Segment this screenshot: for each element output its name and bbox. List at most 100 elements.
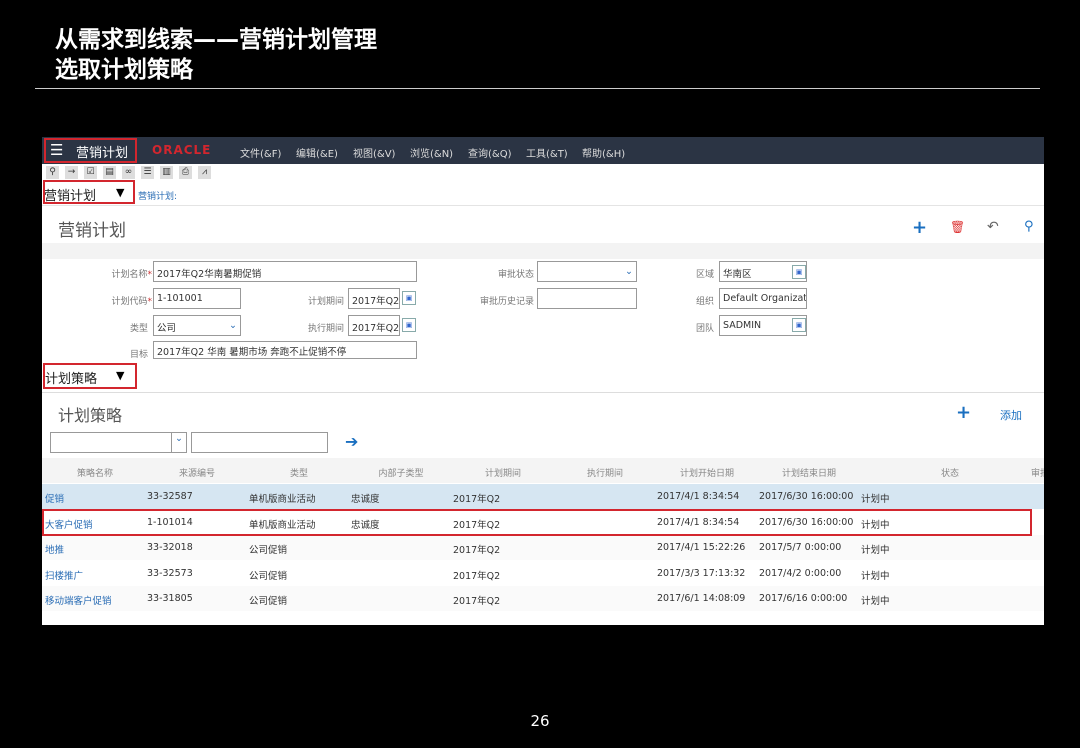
column-header[interactable]: 审批	[992, 466, 1044, 479]
column-header[interactable]: 策略名称	[47, 466, 143, 479]
menu-file[interactable]: 文件(&F)	[240, 145, 281, 160]
chevron-down-icon[interactable]: ⌄	[171, 433, 186, 452]
delete-icon[interactable]: 🗑	[950, 220, 965, 234]
approval-history-input[interactable]	[537, 288, 637, 309]
search-icon[interactable]: ⚲	[46, 166, 59, 179]
column-header[interactable]: 内部子类型	[353, 466, 449, 479]
menu-navigate[interactable]: 浏览(&N)	[410, 145, 453, 160]
query-input[interactable]	[191, 432, 328, 453]
menu-tools[interactable]: 工具(&T)	[526, 145, 568, 160]
go-icon[interactable]: →	[65, 166, 78, 179]
cell-end: 2017/6/16 0:00:00	[759, 593, 848, 604]
menu-edit[interactable]: 编辑(&E)	[296, 145, 338, 160]
exec-period-input[interactable]: 2017年Q2	[348, 315, 400, 336]
column-header[interactable]: 状态	[902, 466, 998, 479]
table-row[interactable]: 促销 33-32587 单机版商业活动 忠诚度 2017年Q2 2017/4/1 8:34…	[42, 484, 1044, 509]
page-number: 26	[530, 712, 550, 730]
column-header[interactable]: 计划期间	[455, 466, 551, 479]
cell-source: 33-32018	[147, 542, 193, 553]
menu-query[interactable]: 查询(&Q)	[468, 145, 511, 160]
plan-period-input[interactable]: 2017年Q2	[348, 288, 400, 309]
slide-subtitle: 选取计划策略	[55, 57, 193, 83]
cell-period: 2017年Q2	[453, 570, 501, 582]
column-header[interactable]: 类型	[251, 466, 347, 479]
cell-period: 2017年Q2	[453, 596, 501, 607]
approval-status-select[interactable]: ⌄	[537, 261, 637, 282]
add-button[interactable]: 添加	[1000, 407, 1022, 423]
type-label: 类型	[129, 324, 148, 334]
breadcrumb[interactable]: 营销计划:	[138, 189, 177, 202]
plan-code-label: 计划代码*	[111, 297, 152, 307]
divider	[35, 88, 1040, 89]
cell-status: 计划中	[861, 596, 890, 607]
cell-period: 2017年Q2	[453, 494, 501, 505]
link-icon[interactable]: ∞	[122, 166, 135, 179]
region-label: 区域	[695, 270, 714, 280]
column-header[interactable]: 执行期间	[557, 466, 653, 479]
chevron-down-icon[interactable]: ⌄	[625, 266, 633, 277]
goal-label: 目标	[129, 350, 148, 360]
section-title: 计划策略	[58, 406, 123, 425]
cell-start: 2017/4/1 15:22:26	[657, 542, 746, 553]
undo-icon[interactable]: ↶	[987, 219, 999, 235]
oracle-logo: ORACLE	[152, 143, 212, 157]
app-screenshot: ☰ 营销计划 ORACLE 文件(&F) 编辑(&E) 视图(&V) 浏览(&N…	[42, 137, 1044, 625]
search-icon[interactable]: ⚲	[1024, 219, 1034, 234]
cell-name[interactable]: 扫楼推广	[45, 568, 83, 582]
clipboard-check-icon[interactable]: ☑	[84, 166, 97, 179]
cell-name[interactable]: 地推	[45, 542, 64, 556]
picker-icon[interactable]: ▣	[402, 291, 416, 305]
menu-view[interactable]: 视图(&V)	[353, 145, 395, 160]
approval-status-label: 审批状态	[497, 270, 534, 280]
menu-help[interactable]: 帮助(&H)	[582, 145, 625, 160]
print-icon[interactable]: ⎙	[179, 166, 192, 179]
cell-start: 2017/3/3 17:13:32	[657, 567, 746, 579]
picker-icon[interactable]: ▣	[792, 265, 806, 279]
column-header[interactable]: 计划结束日期	[761, 466, 857, 479]
org-input[interactable]: Default Organization	[719, 288, 807, 309]
type-select[interactable]: 公司 ⌄	[153, 315, 241, 336]
cell-status: 计划中	[861, 545, 890, 556]
table-row[interactable]: 扫楼推广 33-32573 公司促销 2017年Q2 2017/3/3 17:13:32…	[42, 560, 1044, 586]
cell-name[interactable]: 促销	[45, 491, 64, 505]
cell-source: 33-31805	[147, 593, 193, 604]
column-header[interactable]: 计划开始日期	[659, 466, 755, 479]
cell-source: 33-32573	[147, 567, 193, 579]
cell-type: 公司促销	[249, 570, 288, 582]
cell-type: 单机版商业活动	[249, 494, 316, 505]
top-nav: ☰ 营销计划 ORACLE 文件(&F) 编辑(&E) 视图(&V) 浏览(&N…	[42, 137, 1044, 164]
table-row[interactable]: 地推 33-32018 公司促销 2017年Q2 2017/4/1 15:22:26 20…	[42, 535, 1044, 560]
page-title: 营销计划	[58, 221, 126, 241]
notes-icon[interactable]: ▥	[160, 166, 173, 179]
plan-name-input[interactable]: 2017年Q2华南暑期促销	[153, 261, 417, 282]
picker-icon[interactable]: ▣	[792, 318, 806, 332]
table-header: 策略名称 来源编号 类型 内部子类型 计划期间 执行期间 计划开始日期 计划结束…	[42, 458, 1044, 483]
go-arrow-icon[interactable]: ➔	[345, 432, 358, 451]
picker-icon[interactable]: ▣	[402, 318, 416, 332]
chevron-down-icon[interactable]: ⌄	[229, 320, 237, 331]
exec-period-label: 执行期间	[307, 324, 344, 334]
query-field-select[interactable]: ⌄	[50, 432, 187, 453]
goal-textarea[interactable]: 2017年Q2 华南 暑期市场 奔跑不止促销不停	[153, 341, 417, 359]
list-icon[interactable]: ☰	[141, 166, 154, 179]
chart-icon[interactable]: ⩘	[198, 166, 211, 179]
org-label: 组织	[695, 297, 714, 307]
table-row[interactable]: 移动端客户促销 33-31805 公司促销 2017年Q2 2017/6/1 14:08…	[42, 586, 1044, 611]
slide-title: 从需求到线索——营销计划管理	[55, 27, 377, 53]
add-icon[interactable]: +	[912, 217, 927, 238]
highlight-box	[43, 363, 137, 389]
cell-status: 计划中	[861, 494, 890, 505]
cell-end: 2017/6/30 16:00:00	[759, 491, 854, 502]
paste-icon[interactable]: ▤	[103, 166, 116, 179]
plan-code-input[interactable]: 1-101001	[153, 288, 241, 309]
add-icon[interactable]: +	[956, 402, 971, 423]
column-header[interactable]: 来源编号	[149, 466, 245, 479]
cell-subtype: 忠诚度	[351, 494, 380, 505]
plan-period-label: 计划期间	[307, 297, 344, 307]
cell-status: 计划中	[861, 570, 890, 582]
highlight-box	[44, 138, 137, 163]
plan-name-label: 计划名称*	[111, 270, 152, 280]
cell-name[interactable]: 移动端客户促销	[45, 593, 112, 607]
cell-end: 2017/5/7 0:00:00	[759, 542, 842, 553]
cell-start: 2017/6/1 14:08:09	[657, 593, 746, 604]
